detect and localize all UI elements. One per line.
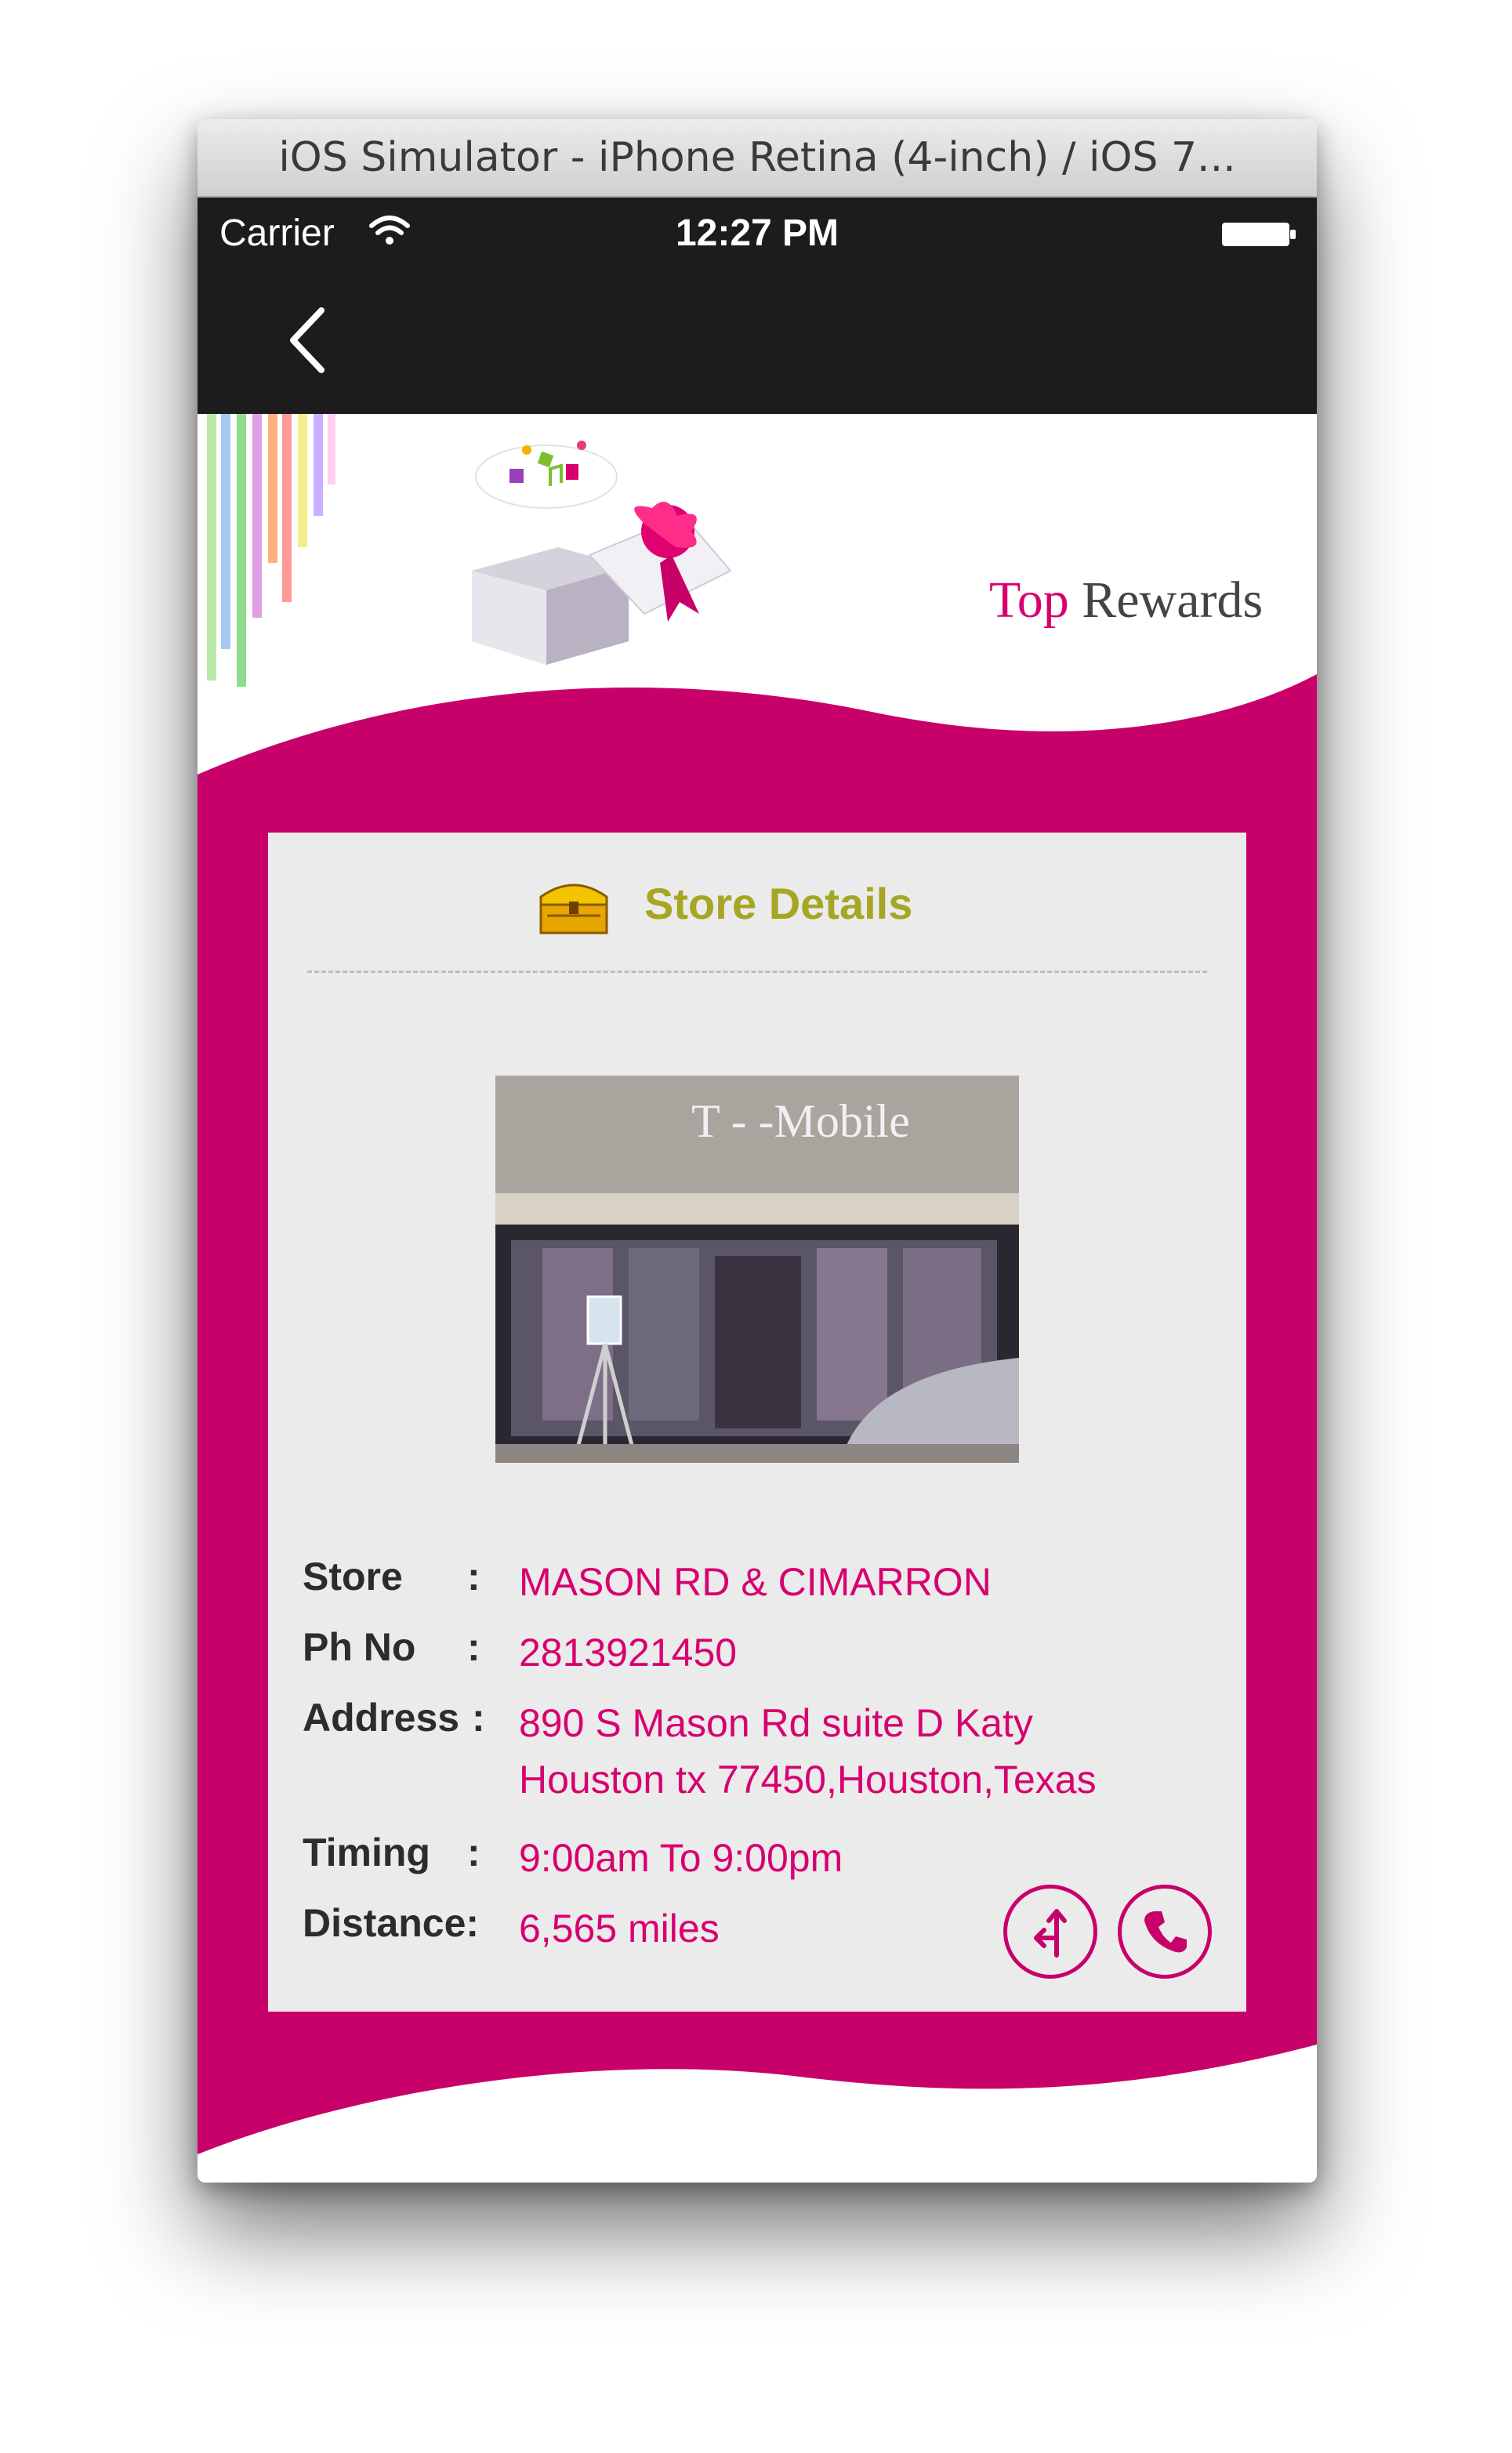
timing-colon: :: [467, 1831, 480, 1874]
phone-number-value: 2813921450: [519, 1631, 738, 1675]
timing-value: 9:00am To 9:00pm: [519, 1836, 843, 1880]
color-stripes-decoration: [207, 414, 335, 687]
address-line-1: 890 S Mason Rd suite D Katy: [519, 1701, 1033, 1745]
address-line-2: Houston tx 77450,Houston,Texas: [519, 1758, 1097, 1802]
gift-box-icon: [472, 441, 732, 665]
distance-label: Distance:: [303, 1901, 480, 1945]
chevron-left-icon: [290, 307, 325, 373]
store-label: Store: [303, 1555, 403, 1598]
status-bar: Carrier 12:27 PM: [198, 198, 1317, 268]
dashed-divider: [307, 971, 1207, 973]
store-photo-image: T - -Mobile: [495, 1076, 1019, 1463]
logo-wordmark: Top Rewards: [989, 571, 1263, 630]
store-details-card: Store Details T - -Mobile Store: MASON …: [268, 833, 1246, 2012]
battery-icon: [1222, 223, 1296, 246]
address-value: 890 S Mason Rd suite D Katy Houston tx 7…: [519, 1695, 1097, 1808]
phone-icon: [1144, 1911, 1187, 1953]
phone-label: Ph No: [303, 1625, 416, 1669]
card-header: Store Details: [268, 864, 1246, 942]
simulator-window: iOS Simulator - iPhone Retina (4-inch) /…: [198, 119, 1317, 2183]
call-button[interactable]: [1118, 1885, 1212, 1979]
navigation-bar: [198, 268, 1317, 414]
detail-row-address: Address : 890 S Mason Rd suite D Katy Ho…: [303, 1695, 1220, 1830]
photo-sign-text: T - -Mobile: [691, 1095, 910, 1147]
distance-value: 6,565 miles: [519, 1907, 720, 1950]
phone-screen: Carrier 12:27 PM Top Rewards Store Detai…: [198, 198, 1317, 2183]
address-label: Address: [303, 1696, 460, 1740]
top-rewards-logo: Top Rewards: [472, 430, 1263, 688]
card-title: Store Details: [644, 879, 913, 928]
clock: 12:27 PM: [675, 212, 839, 254]
directions-button[interactable]: [1003, 1885, 1097, 1979]
detail-row-timing: Timing : 9:00am To 9:00pm: [303, 1830, 1220, 1900]
back-button[interactable]: [276, 301, 339, 379]
store-colon: :: [467, 1555, 480, 1598]
treasure-chest-icon: [539, 884, 608, 934]
store-name-value: MASON RD & CIMARRON: [519, 1560, 992, 1604]
store-photo: T - -Mobile: [495, 1076, 1019, 1463]
content-area: Top Rewards Store Details T - -Mobile St…: [198, 414, 1317, 2183]
detail-row-phone: Ph No : 2813921450: [303, 1624, 1220, 1695]
window-title: iOS Simulator - iPhone Retina (4-inch) /…: [198, 119, 1317, 198]
logo-word-top: Top: [989, 572, 1069, 629]
address-colon: :: [472, 1696, 485, 1740]
timing-label: Timing: [303, 1831, 430, 1874]
directions-icon: [1034, 1909, 1067, 1958]
detail-row-store: Store : MASON RD & CIMARRON: [303, 1554, 1220, 1624]
logo-word-rewards: Rewards: [1068, 572, 1264, 629]
phone-colon: :: [467, 1625, 480, 1669]
